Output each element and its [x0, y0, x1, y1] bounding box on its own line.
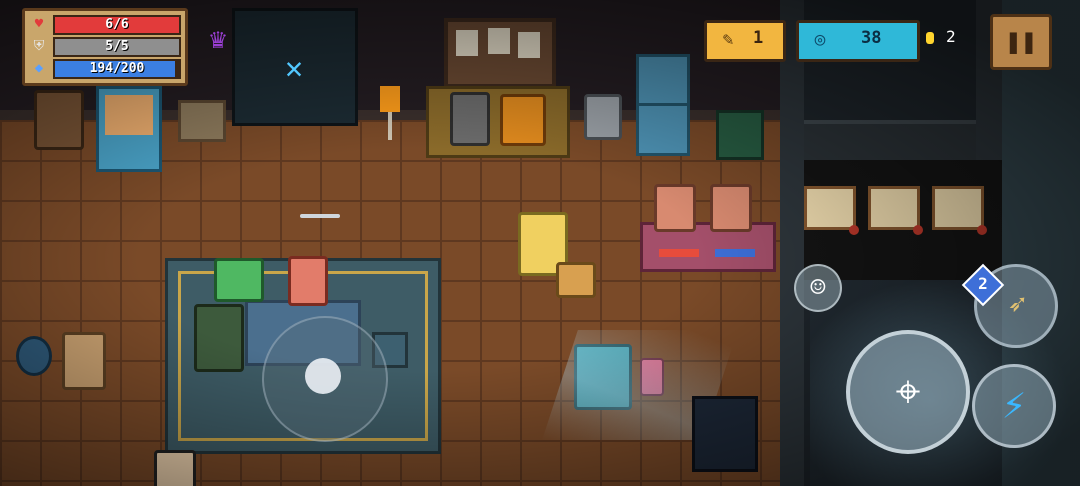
- armor-value: 5/5: [105, 39, 129, 54]
- energy-row: ◆ 194/200: [31, 59, 181, 79]
- certificate-2: [868, 186, 923, 235]
- emote-button[interactable]: ☺: [794, 264, 842, 312]
- certificate-1: [804, 186, 859, 235]
- gems-value: 38: [861, 28, 882, 48]
- heart-icon: ♥: [34, 16, 44, 32]
- joystick-knob[interactable]: [305, 358, 341, 394]
- floor-lamp: [380, 86, 400, 140]
- armor-bar: 5/5: [53, 37, 181, 57]
- alchemist-npc[interactable]: [194, 304, 244, 372]
- cat-npc[interactable]: [62, 332, 106, 390]
- skill-button[interactable]: ⚡: [972, 364, 1056, 448]
- pet-dog[interactable]: [556, 262, 596, 298]
- potion-rack: [214, 258, 264, 302]
- receptionist-left[interactable]: [654, 184, 696, 232]
- coins-value: 2: [946, 27, 956, 46]
- stats-panel: ♥ 6/6 ⛨ 5/5 ◆ 194/200: [22, 8, 188, 86]
- diamond-icon: ◆: [34, 60, 44, 76]
- crosshair-icon: ⌖: [895, 366, 921, 417]
- energy-value: 194/200: [89, 61, 145, 76]
- energy-bar: 194/200: [53, 59, 181, 79]
- weapon-badge-count: 2: [978, 274, 988, 293]
- health-value: 6/6: [105, 17, 129, 32]
- cat-on-chair[interactable]: [584, 94, 622, 140]
- horned-warrior-on-sofa[interactable]: [500, 94, 546, 146]
- attack-button[interactable]: ⌖: [846, 330, 970, 454]
- health-row: ♥ 6/6: [31, 15, 181, 35]
- receptionist-right[interactable]: [710, 184, 752, 232]
- green-cabinet: [716, 110, 764, 160]
- knight-on-sofa[interactable]: [450, 92, 490, 146]
- armor-row: ⛨ 5/5: [31, 37, 181, 57]
- guild-emblem-icon: ✕: [284, 51, 304, 86]
- arrow-projectile: [300, 214, 340, 218]
- certificate-3: [932, 186, 987, 235]
- coin-icon: [926, 32, 934, 44]
- red-hair-npc[interactable]: [288, 256, 328, 306]
- pause-button[interactable]: ❚❚: [990, 14, 1052, 70]
- gem-icon: ◎: [814, 29, 826, 50]
- notice-board[interactable]: [444, 18, 556, 88]
- cowboy-npc[interactable]: [34, 90, 84, 150]
- bow-icon: ➶: [1007, 287, 1027, 322]
- gems-counter: ◎ 38: [796, 20, 920, 62]
- bottom-npc[interactable]: [154, 450, 196, 486]
- materials-counter: ✎ 1: [704, 20, 786, 62]
- storage-chest[interactable]: [178, 100, 226, 142]
- projector: [692, 396, 758, 472]
- lightning-icon: ⚡: [1001, 382, 1027, 428]
- gachapon-machine[interactable]: [96, 86, 162, 172]
- health-bar: 6/6: [53, 15, 181, 35]
- shield-icon: ⛨: [33, 38, 45, 54]
- fridge: [636, 54, 690, 156]
- sofa: [426, 86, 570, 158]
- feather-icon: ✎: [722, 29, 734, 50]
- materials-value: 1: [753, 28, 764, 48]
- barrel: [16, 336, 52, 376]
- boss-rush-icon[interactable]: ♛: [200, 22, 236, 56]
